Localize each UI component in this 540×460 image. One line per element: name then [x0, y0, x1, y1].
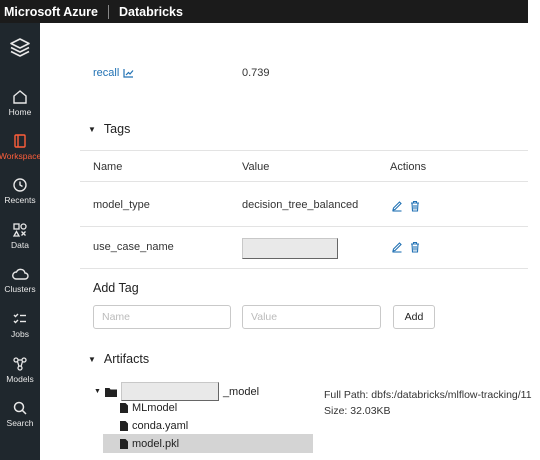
search-icon [13, 401, 27, 415]
sidebar-item-label: Home [8, 107, 32, 117]
caret-down-icon: ▼ [94, 388, 101, 395]
column-header-value: Value [242, 161, 270, 173]
sidebar-item-clusters[interactable]: Clusters [0, 266, 40, 308]
size-label: Size: [324, 405, 348, 417]
folder-icon [104, 387, 117, 397]
tag-name-input[interactable]: Name [93, 305, 231, 329]
full-path-value: dbfs:/databricks/mlflow-tracking/11 [371, 389, 532, 401]
product-label: Databricks [119, 4, 183, 19]
full-path-label: Full Path: [324, 389, 369, 401]
column-header-name: Name [93, 161, 123, 173]
metric-name: recall [93, 67, 120, 79]
sidebar-item-label: Search [6, 418, 34, 428]
sidebar-item-label: Recents [4, 195, 36, 205]
caret-down-icon: ▼ [88, 124, 96, 134]
tag-value-cell: decision_tree_balanced [242, 199, 359, 211]
sidebar-item-home[interactable]: Home [0, 89, 40, 131]
folder-name-suffix: _model [222, 385, 260, 398]
table-border [80, 150, 528, 151]
tree-folder-row[interactable]: ▼ _model [94, 382, 259, 401]
sidebar-item-workspace[interactable]: Workspace [0, 133, 42, 175]
sidebar-item-jobs[interactable]: Jobs [0, 311, 40, 353]
table-border [80, 226, 528, 227]
add-tag-title: Add Tag [93, 281, 139, 295]
databricks-logo-icon[interactable] [0, 37, 40, 71]
column-header-actions: Actions [390, 161, 427, 173]
sidebar: Home Workspace Recents Data Clusters Job… [0, 23, 42, 460]
add-tag-button[interactable]: Add [393, 305, 435, 329]
sidebar-item-label: Data [11, 240, 29, 250]
sidebar-item-label: Models [6, 374, 34, 384]
tag-name-cell: model_type [93, 199, 150, 211]
cloud-icon [12, 268, 29, 280]
tags-title: Tags [103, 122, 131, 136]
artifact-full-path: Full Path: dbfs:/databricks/mlflow-track… [324, 389, 532, 401]
tree-file-model-pkl[interactable]: model.pkl [103, 434, 313, 453]
file-icon [120, 403, 128, 413]
jobs-icon [13, 313, 26, 324]
home-icon [13, 90, 27, 104]
file-name: MLmodel [132, 402, 178, 414]
tag-value-input[interactable]: Value [242, 305, 381, 329]
sidebar-item-recents[interactable]: Recents [0, 177, 40, 219]
sidebar-item-label: Jobs [11, 329, 29, 339]
metric-recall-link[interactable]: recall [93, 67, 134, 79]
tag-name-cell: use_case_name [93, 241, 174, 253]
table-border [80, 181, 528, 182]
size-value: 32.03KB [350, 405, 391, 417]
table-border [80, 268, 528, 269]
edit-icon[interactable] [391, 241, 403, 253]
sidebar-item-data[interactable]: Data [0, 222, 40, 264]
tags-section-toggle[interactable]: ▼ Tags [88, 122, 130, 136]
delete-icon[interactable] [409, 241, 421, 253]
workspace-icon [14, 134, 26, 148]
artifacts-title: Artifacts [103, 352, 150, 366]
file-icon [120, 421, 128, 431]
data-icon [12, 223, 27, 237]
redacted-value [242, 238, 338, 259]
file-icon [120, 438, 128, 449]
edit-icon[interactable] [391, 200, 403, 212]
clock-icon [13, 178, 27, 192]
sidebar-item-label: Clusters [4, 284, 36, 294]
metric-value: 0.739 [242, 67, 270, 79]
models-icon [13, 357, 27, 371]
caret-down-icon: ▼ [88, 354, 96, 364]
artifacts-section-toggle[interactable]: ▼ Artifacts [88, 352, 149, 366]
brand-label: Microsoft Azure [4, 4, 98, 19]
artifact-size: Size: 32.03KB [324, 405, 391, 417]
delete-icon[interactable] [409, 200, 421, 212]
sidebar-item-label: Workspace [0, 151, 42, 161]
chart-icon [123, 69, 134, 78]
file-name: conda.yaml [132, 420, 189, 432]
sidebar-item-search[interactable]: Search [0, 400, 40, 442]
sidebar-item-models[interactable]: Models [0, 356, 40, 398]
tree-file-mlmodel[interactable]: MLmodel [120, 402, 177, 414]
redacted-folder-name [120, 382, 219, 401]
top-bar: Microsoft Azure Databricks [0, 0, 528, 23]
file-name: model.pkl [132, 437, 180, 450]
topbar-divider [108, 4, 109, 19]
run-details-panel: recall 0.739 ▼ Tags Name Value Actions m… [40, 23, 532, 460]
tree-file-conda[interactable]: conda.yaml [120, 420, 188, 432]
